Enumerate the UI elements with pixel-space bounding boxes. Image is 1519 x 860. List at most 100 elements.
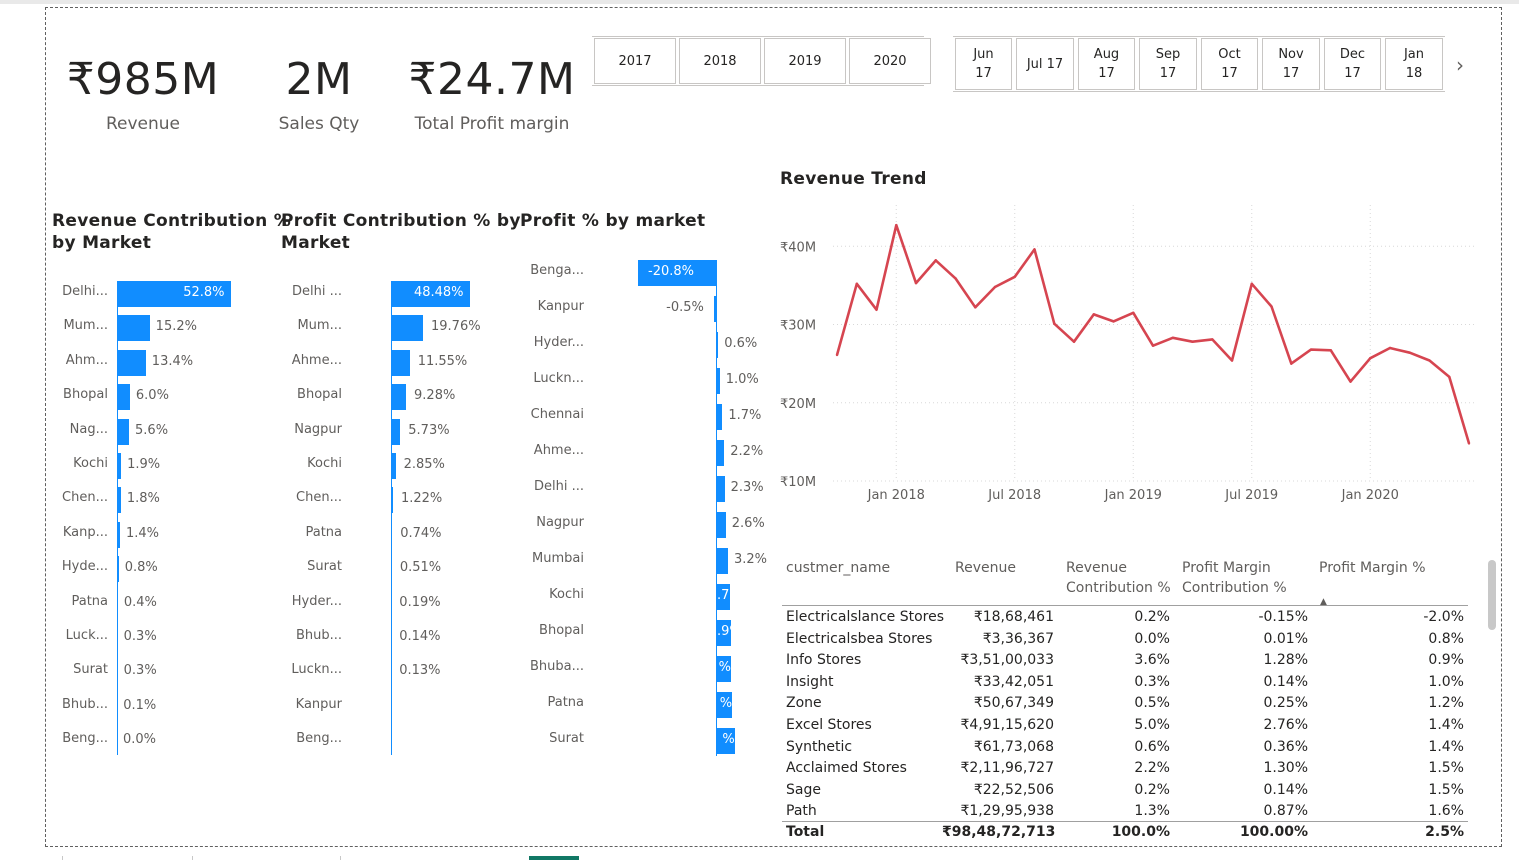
col-header-profit-margin-contribution[interactable]: Profit Margin Contribution % (1182, 558, 1287, 598)
bar[interactable] (117, 487, 121, 514)
y-tick-label: ₹40M (780, 240, 816, 255)
bar-data-label: 0.51% (399, 560, 442, 576)
table-row[interactable]: Insight ₹33,42,051 0.3% 0.14% 1.0% (782, 672, 1468, 694)
bar[interactable] (117, 625, 118, 651)
month-slicer-dec17[interactable]: Dec 17 (1324, 38, 1381, 90)
bar[interactable] (391, 728, 392, 755)
bar[interactable] (117, 453, 122, 479)
revenue-data-point (914, 281, 918, 285)
bar-category-label: Kanpur (537, 299, 584, 314)
kpi-sales-qty-label: Sales Qty (278, 114, 360, 134)
col-header-profit-margin-pct[interactable]: Profit Margin % (1319, 558, 1426, 578)
bar[interactable] (391, 384, 407, 411)
kpi-profit-margin-label: Total Profit margin (414, 114, 570, 134)
month-slicer-oct17[interactable]: Oct 17 (1201, 38, 1258, 90)
table-row[interactable]: Excel Stores ₹4,91,15,620 5.0% 2.76% 1.4% (782, 715, 1468, 737)
revenue-data-point (1191, 340, 1194, 343)
bar[interactable] (117, 693, 118, 720)
month-slicer-sep17[interactable]: Sep 17 (1139, 38, 1197, 90)
table-total-row[interactable]: Total ₹98,48,72,713 100.0% 100.00% 2.5% (782, 822, 1468, 844)
month-slicer-nov17[interactable]: Nov 17 (1262, 38, 1320, 90)
chevron-right-icon[interactable]: › (1450, 52, 1470, 78)
bar-category-label: Hyde... (61, 559, 108, 575)
bar-category-label: Beng... (296, 731, 342, 747)
year-slicer-2019[interactable]: 2019 (764, 38, 846, 84)
bar[interactable] (716, 404, 723, 430)
bar[interactable] (117, 556, 119, 583)
x-tick-label: Jan 2020 (1341, 488, 1399, 503)
table-row[interactable]: Acclaimed Stores ₹2,11,96,727 2.2% 1.30% 1.5… (782, 758, 1468, 780)
table-row[interactable]: Info Stores ₹3,51,00,033 3.6% 1.28% 0.9% (782, 650, 1468, 672)
bar-data-label: 0.4% (123, 594, 157, 610)
bar[interactable] (117, 315, 150, 342)
table-cell: 0.14% (1263, 673, 1308, 690)
bar-category-label: Delhi... (62, 284, 108, 299)
revenue-data-point (875, 308, 878, 311)
table-cell: 0.25% (1263, 695, 1308, 712)
table-cell: 0.87% (1263, 803, 1308, 820)
bar-data-label: 9.28% (414, 388, 456, 404)
bar[interactable] (716, 368, 720, 394)
revenue-data-point (1072, 340, 1076, 343)
bar[interactable] (716, 332, 719, 358)
bar[interactable] (117, 418, 130, 445)
revenue-line-series (835, 223, 1471, 444)
table-row[interactable]: Synthetic ₹61,73,068 0.6% 0.36% 1.4% (782, 737, 1468, 759)
month-slicer-jun17[interactable]: Jun 17 (955, 38, 1012, 90)
table-scrollbar[interactable] (1488, 560, 1496, 630)
month-slicer-jul17[interactable]: Jul 17 (1016, 38, 1074, 90)
bar[interactable] (391, 315, 423, 342)
bar[interactable] (714, 296, 716, 322)
bar[interactable] (716, 440, 725, 466)
bar-data-label: 11.55% (417, 353, 468, 369)
col-header-revenue[interactable]: Revenue (955, 558, 1016, 578)
bar[interactable] (391, 487, 393, 514)
bar[interactable] (117, 521, 120, 548)
table-cell: ₹98,48,72,713 (942, 824, 1056, 840)
col-header-revenue-contribution[interactable]: Revenue Contribution % (1066, 558, 1171, 598)
table-row[interactable]: Sage ₹22,52,506 0.2% 0.14% 1.5% (782, 780, 1468, 802)
bar-data-label: 2.85% (403, 457, 445, 472)
bar[interactable] (391, 453, 396, 479)
revenue-data-point (895, 223, 898, 227)
table-cell: ₹50,67,349 (973, 695, 1054, 712)
bar[interactable] (391, 590, 392, 617)
bar[interactable] (391, 659, 392, 686)
table-cell: 0.5% (1134, 695, 1170, 712)
table-row[interactable]: Electricalsbea Stores ₹3,36,367 0.0% 0.01% 0… (782, 629, 1468, 651)
x-tick-label: Jan 2018 (867, 488, 925, 503)
bar[interactable] (117, 349, 146, 376)
sort-ascending-icon[interactable]: ▲ (1320, 597, 1327, 607)
table-cell: 2.5% (1425, 824, 1464, 840)
bar[interactable] (117, 659, 118, 686)
table-cell: 2.76% (1263, 717, 1308, 733)
bar[interactable] (391, 521, 393, 548)
year-slicer-2020[interactable]: 2020 (849, 38, 931, 84)
bar[interactable] (117, 728, 118, 755)
bar[interactable] (391, 418, 401, 445)
table-cell: 1.4% (1428, 717, 1464, 733)
active-page-tab[interactable] (529, 856, 579, 860)
revenue-data-point (1408, 351, 1411, 354)
bar[interactable] (716, 548, 728, 574)
bar[interactable] (117, 590, 118, 617)
month-slicer-aug17[interactable]: Aug 17 (1078, 38, 1135, 90)
bar[interactable] (716, 476, 725, 502)
bar[interactable] (117, 384, 130, 411)
bar[interactable] (391, 625, 392, 651)
month-slicer-jan18[interactable]: Jan 18 (1385, 38, 1443, 90)
bar[interactable] (391, 693, 392, 720)
year-slicer-2017[interactable]: 2017 (594, 38, 676, 84)
bar[interactable] (391, 349, 410, 376)
bar[interactable] (391, 556, 392, 583)
bar-data-label: 5.73% (408, 422, 450, 438)
bar-category-label: Kochi (307, 456, 342, 471)
bar[interactable] (716, 512, 726, 538)
col-header-customer[interactable]: custmer_name (786, 558, 890, 578)
table-row[interactable]: Electricalslance Stores ₹18,68,461 0.2% -0.… (782, 607, 1468, 629)
table-cell: 0.8% (1428, 630, 1464, 647)
year-slicer-2018[interactable]: 2018 (679, 38, 761, 84)
table-row[interactable]: Path ₹1,29,95,938 1.3% 0.87% 1.6% (782, 801, 1468, 823)
table-cell: 100.00% (1239, 824, 1308, 840)
table-row[interactable]: Zone ₹50,67,349 0.5% 0.25% 1.2% (782, 693, 1468, 715)
